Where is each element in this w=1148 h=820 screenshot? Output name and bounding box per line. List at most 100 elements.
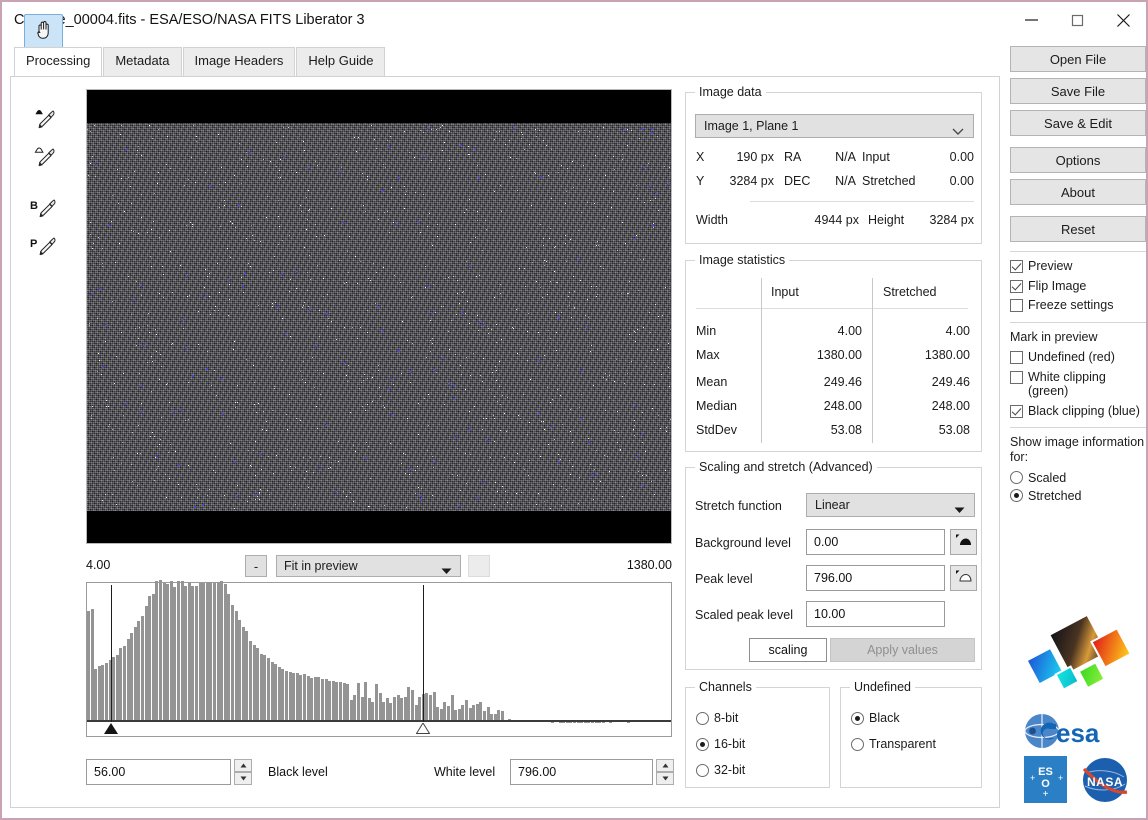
- image-preview[interactable]: [86, 89, 672, 544]
- svg-text:+: +: [1043, 789, 1049, 800]
- channel-option-label: 32-bit: [714, 763, 746, 777]
- peak-level-picker-button[interactable]: [950, 565, 977, 591]
- width-value: 4944 px: [814, 213, 859, 227]
- open-file-button[interactable]: Open File: [1010, 46, 1146, 72]
- stat-row-input: 249.46: [823, 375, 862, 389]
- save-file-button[interactable]: Save File: [1010, 78, 1146, 104]
- scaling-stretch-legend: Scaling and stretch (Advanced): [695, 460, 877, 474]
- background-level-picker-button[interactable]: [950, 529, 977, 555]
- fits-liberator-logo: [1024, 613, 1142, 709]
- input-label: Input: [862, 150, 890, 164]
- radio-dot: [1010, 471, 1023, 485]
- plane-select[interactable]: Image 1, Plane 1: [695, 114, 974, 138]
- zoom-mode-value: Fit in preview: [284, 559, 358, 573]
- stretch-function-select[interactable]: Linear: [806, 493, 975, 517]
- apply-values-button[interactable]: Apply values: [830, 638, 975, 662]
- black-level-label: Black level: [268, 765, 328, 779]
- preview-noise-area: [87, 123, 671, 511]
- dec-value: N/A: [835, 174, 856, 188]
- black-level-stepper[interactable]: [234, 759, 252, 785]
- zoom-out-button[interactable]: -: [245, 555, 267, 577]
- black-level-input[interactable]: 56.00: [86, 759, 231, 785]
- mark-black-clipping-checkbox[interactable]: Black clipping (blue): [1010, 404, 1146, 419]
- flip-image-checkbox-label: Flip Image: [1028, 278, 1087, 293]
- zoom-extra-button[interactable]: [468, 555, 490, 577]
- svg-text:P: P: [30, 238, 37, 250]
- radio-dot: [696, 711, 709, 725]
- preview-checkbox[interactable]: Preview: [1010, 259, 1146, 274]
- reset-button[interactable]: Reset: [1010, 216, 1146, 242]
- options-button[interactable]: Options: [1010, 147, 1146, 173]
- stat-row-input: 1380.00: [816, 348, 862, 362]
- freeze-settings-checkbox-label: Freeze settings: [1028, 298, 1114, 312]
- white-level-handle[interactable]: [415, 722, 431, 734]
- save-and-edit-button[interactable]: Save & Edit: [1010, 110, 1146, 136]
- image-statistics-legend: Image statistics: [695, 253, 790, 267]
- black-level-down[interactable]: [234, 772, 252, 785]
- channel-option-16bit[interactable]: 16-bit: [696, 737, 745, 751]
- esa-logo: esa: [1024, 713, 1142, 752]
- stat-col-stretched: Stretched: [883, 285, 937, 299]
- undefined-option-black[interactable]: Black: [851, 711, 900, 725]
- ra-value: N/A: [835, 150, 856, 164]
- scaling-button[interactable]: scaling: [749, 638, 827, 662]
- svg-text:+: +: [1030, 773, 1035, 783]
- mark-undefined-checkbox[interactable]: Undefined (red): [1010, 350, 1146, 365]
- white-level-up[interactable]: [656, 759, 674, 772]
- peak-level-eyedropper-button[interactable]: P: [24, 230, 63, 265]
- tab-metadata[interactable]: Metadata: [103, 47, 182, 76]
- black-level-handle[interactable]: [104, 723, 119, 734]
- black-level-eyedropper-button[interactable]: B: [24, 192, 63, 227]
- plane-select-value: Image 1, Plane 1: [704, 119, 799, 133]
- mark-black-clipping-label: Black clipping (blue): [1028, 403, 1140, 418]
- maximize-button[interactable]: [1054, 2, 1100, 38]
- show-scaled-radio[interactable]: Scaled: [1010, 471, 1146, 485]
- mark-white-clipping-checkbox[interactable]: White clipping (green): [1010, 370, 1146, 399]
- radio-dot: [851, 737, 864, 751]
- svg-text:NASA: NASA: [1087, 775, 1123, 789]
- stat-row-stretched: 53.08: [938, 423, 970, 437]
- radio-dot: [696, 737, 709, 751]
- flip-image-checkbox[interactable]: Flip Image: [1010, 279, 1146, 294]
- tab-processing[interactable]: Processing: [14, 47, 103, 76]
- eyedropper-b-icon: B: [29, 196, 59, 223]
- scaled-peak-level-input[interactable]: 10.00: [806, 601, 945, 627]
- image-data-legend: Image data: [695, 85, 766, 99]
- mark-in-preview-heading: Mark in preview: [1010, 329, 1098, 344]
- stretch-function-value: Linear: [815, 498, 850, 512]
- undefined-option-transparent[interactable]: Transparent: [851, 737, 936, 751]
- chevron-down-icon: [954, 503, 965, 517]
- stat-row-stretched: 248.00: [931, 399, 970, 413]
- background-eyedropper-button[interactable]: [24, 103, 63, 138]
- zoom-mode-select[interactable]: Fit in preview: [276, 555, 461, 577]
- channel-option-8bit[interactable]: 8-bit: [696, 711, 738, 725]
- white-level-input[interactable]: 796.00: [510, 759, 653, 785]
- background-level-input[interactable]: 0.00: [806, 529, 945, 555]
- peak-level-input[interactable]: 796.00: [806, 565, 945, 591]
- black-level-up[interactable]: [234, 759, 252, 772]
- close-button[interactable]: [1100, 2, 1146, 38]
- chevron-down-icon: [952, 124, 964, 138]
- minimize-button[interactable]: [1008, 2, 1054, 38]
- stat-row-stretched: 4.00: [945, 324, 970, 338]
- about-button[interactable]: About: [1010, 179, 1146, 205]
- show-stretched-radio[interactable]: Stretched: [1010, 489, 1146, 503]
- tab-image-headers[interactable]: Image Headers: [182, 47, 296, 76]
- white-level-down[interactable]: [656, 772, 674, 785]
- stat-row-label: Max: [696, 348, 720, 362]
- freeze-settings-checkbox[interactable]: Freeze settings: [1010, 298, 1146, 313]
- zoom-control-row: 4.00 1380.00 - Fit in preview: [86, 554, 672, 580]
- svg-text:B: B: [30, 200, 38, 212]
- channel-option-32bit[interactable]: 32-bit: [696, 763, 745, 777]
- stretched-value: 0.00: [949, 174, 974, 188]
- height-value: 3284 px: [929, 213, 974, 227]
- tab-help-guide[interactable]: Help Guide: [296, 47, 386, 76]
- title-bar: Capture_00004.fits - ESA/ESO/NASA FITS L…: [2, 2, 1146, 38]
- histogram-panel[interactable]: [86, 580, 672, 737]
- partner-logos: ES O + + + NASA: [1024, 756, 1142, 806]
- peak-eyedropper-button[interactable]: [24, 141, 63, 176]
- radio-dot: [696, 763, 709, 777]
- hand-tool-button[interactable]: [24, 14, 63, 49]
- chevron-down-icon: [441, 564, 452, 578]
- white-level-stepper[interactable]: [656, 759, 674, 785]
